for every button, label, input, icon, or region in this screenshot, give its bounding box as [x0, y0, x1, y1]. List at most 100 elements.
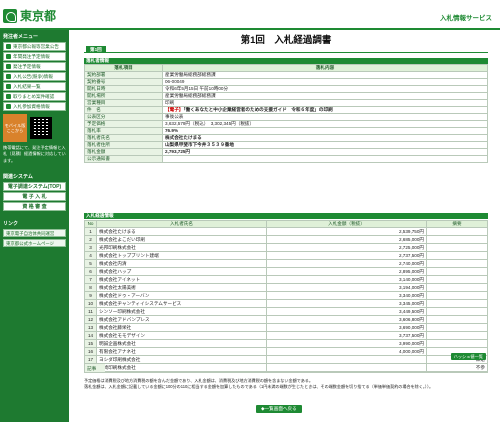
info-value: 76.9% — [165, 128, 179, 134]
back-to-list-button[interactable]: ◆一覧画面へ戻る — [256, 405, 302, 413]
menu-bullet-icon — [6, 74, 11, 79]
bidder-name: 株式会社太陽美術 — [96, 283, 267, 292]
bid-row: 4 株式会社トップブリント建端 2,737,500円 — [84, 251, 488, 260]
info-row: 契約番号 06-00049 — [84, 78, 488, 86]
bid-row: 6 株式会社ハップ 2,895,000円 — [84, 267, 488, 276]
link-tokyo-official[interactable]: 東京都公式ホームページ — [3, 238, 66, 247]
hash-list-button[interactable]: ハッシュ値一覧 — [450, 353, 486, 360]
page-title: 第1回 入札経過調書 — [240, 35, 332, 46]
sidebar-menu-item[interactable]: 入札参加資格情報 — [3, 102, 66, 111]
info-label: 契約番号 — [84, 78, 163, 86]
col-no-header: No — [84, 220, 97, 228]
e-bidding-link[interactable]: 電 子 入 札 — [3, 191, 66, 201]
info-label: 落札者住所 — [84, 141, 163, 149]
bid-note — [426, 243, 488, 252]
sidebar-menu-item[interactable]: 取りまとめ案件確認 — [3, 92, 66, 101]
bids-section-header: 入札経過情報 — [84, 213, 488, 219]
bid-no: 3 — [84, 243, 97, 252]
mobile-version-button[interactable]: モバイル版 ここから — [3, 114, 27, 142]
bid-amount: 2,737,500円 — [266, 251, 427, 260]
col-name-header: 入札者氏名 — [96, 220, 267, 228]
bid-no: 10 — [84, 299, 97, 308]
col-note-header: 摘要 — [426, 220, 488, 228]
bid-row: 3 光邦印刷株式会社 2,725,000円 — [84, 243, 488, 252]
info-label: 営業種目 — [84, 99, 163, 107]
mobile-section: モバイル版 ここから — [3, 114, 66, 142]
sidebar-menu-item[interactable]: 入札公告(競争)情報 — [3, 72, 66, 81]
bidder-name: 株式会社ヂャンティイシステムサービス — [96, 299, 267, 308]
info-label: 件 名 — [84, 106, 163, 114]
sidebar-menu-item[interactable]: 発注予定情報 — [3, 62, 66, 71]
info-value: 3,632,579円（税込） 3,302,345円（税抜） — [165, 121, 255, 127]
bid-note — [426, 275, 488, 284]
mobile-note: 携帯電話にて、発注予定情報と入札（見積）経過情報に対応しています。 — [3, 145, 66, 163]
info-label: 予定価格 — [84, 120, 163, 128]
bidder-name: 株式会社たけまる — [96, 227, 267, 236]
bid-note — [426, 251, 488, 260]
electronic-tag: 【電子】 — [165, 107, 184, 113]
info-value: 産業労働局総務部総務課 — [165, 72, 216, 78]
bid-no: 8 — [84, 283, 97, 292]
info-value: 印刷 — [165, 100, 175, 106]
info-row: 開札日時 令和6年5月15日 午前10時00分 — [84, 85, 488, 93]
sidebar-menu-item[interactable]: 年間発注予定情報 — [3, 52, 66, 61]
bid-row: 13 株式会社藤栄社 3,690,000円 — [84, 323, 488, 332]
bid-row: 11 シンソー印刷株式会社 3,449,500円 — [84, 307, 488, 316]
qr-code-icon — [30, 117, 52, 139]
header: 東京都 入札情報サービス — [0, 0, 500, 30]
bid-row: 2 株式会社よこだい印刷 2,685,000円 — [84, 235, 488, 244]
bid-row: 16 有限会社アナネ社 4,000,000円 — [84, 347, 488, 356]
menu-bullet-icon — [6, 84, 11, 89]
sidebar-menu-item[interactable]: 入札結果一覧 — [3, 82, 66, 91]
qualification-review-link[interactable]: 資 格 審 査 — [3, 201, 66, 211]
winner-info-table: 落札項目 落札内容 契約部署 産業労働局総務部総務課 契約番号 06-00049 開札日… — [84, 64, 488, 163]
bid-amount: 3,194,000円 — [266, 283, 427, 292]
menu-bullet-icon — [6, 104, 11, 109]
bid-row: 8 株式会社太陽美術 3,194,000円 — [84, 283, 488, 292]
info-value: 「働くあなたと中小企業経営者のための支援ガイド 令和６年度」の印刷 — [183, 107, 333, 113]
bidder-name: 株式会社モモデザイン — [96, 331, 267, 340]
bid-row: 14 株式会社モモデザイン 3,737,500円 — [84, 331, 488, 340]
sidebar-menu: 東京都公報等営業公告年間発注予定情報 発注予定情報 入札公告(競争)情報 入札結果一覧… — [0, 42, 69, 111]
menu-bullet-icon — [6, 94, 11, 99]
bid-no: 9 — [84, 291, 97, 300]
sidebar-menu-label: 入札結果一覧 — [13, 83, 41, 89]
sidebar-menu-label: 東京都公報等営業公告 — [13, 43, 59, 49]
bidder-name: 株式会社藤栄社 — [96, 323, 267, 332]
main-content: 第1回 入札経過調書 第1回 落札者情報 落札項目 落札内容 契約部署 産業労働局… — [82, 30, 490, 422]
menu-bullet-icon — [6, 64, 11, 69]
info-row: 営業種目 印刷 — [84, 99, 488, 107]
info-row: 落札金額 2,793,725円 — [84, 148, 488, 156]
info-value: 山梨県甲斐市下今井３５３９番地 — [165, 142, 234, 148]
sidebar-menu-item[interactable]: 東京都公報等営業公告 — [3, 42, 66, 51]
bid-note — [426, 315, 488, 324]
bidder-name: 光邦印刷株式会社 — [96, 243, 267, 252]
info-label: 契約部署 — [84, 71, 163, 79]
bid-row: 5 株式会社内清 2,740,000円 — [84, 259, 488, 268]
footnotes: 予定価格は消費税及び地方消費税の額を含んだ金額であり、入札金額は、消費税及び地方… — [84, 378, 488, 391]
link-e-government[interactable]: 東京電子自治体共同運営 — [3, 228, 66, 237]
info-value-cell: 産業労働局総務部総務課 — [162, 92, 488, 100]
bids-table: No 入札者氏名 入札金額（税抜） 摘要 1 株式会社たけまる 2,539,750円… — [84, 220, 488, 372]
info-label: 落札金額 — [84, 148, 163, 156]
col-item-header: 落札項目 — [84, 64, 163, 72]
info-row: 公示通知書 — [84, 155, 488, 163]
menu-bullet-icon — [6, 44, 11, 49]
procurement-system-link[interactable]: 電子調達システム(TOP) — [3, 181, 66, 191]
bidder-name: 株式会社よこだい印刷 — [96, 235, 267, 244]
sidebar-menu-label: 入札公告(競争)情報 — [13, 73, 53, 79]
info-value-cell: 2,793,725円 — [162, 148, 488, 156]
sidebar-menu-label: 入札参加資格情報 — [13, 103, 50, 109]
systems-title: 関連システム — [3, 173, 33, 180]
bidder-name: 明誠企画株式会社 — [96, 339, 267, 348]
bid-amount: 2,539,750円 — [266, 227, 427, 236]
bidder-name: 株式会社トップブリント建端 — [96, 251, 267, 260]
bidder-name: 株式会社アドバンプレス — [96, 315, 267, 324]
bid-no: 7 — [84, 275, 97, 284]
bid-no: 16 — [84, 347, 97, 356]
bid-amount: 3,690,000円 — [266, 323, 427, 332]
bid-amount: 2,740,000円 — [266, 259, 427, 268]
info-value-cell: 株式会社たけまる — [162, 134, 488, 142]
bid-note — [426, 283, 488, 292]
tokyo-logo[interactable]: 東京都 — [3, 7, 56, 24]
